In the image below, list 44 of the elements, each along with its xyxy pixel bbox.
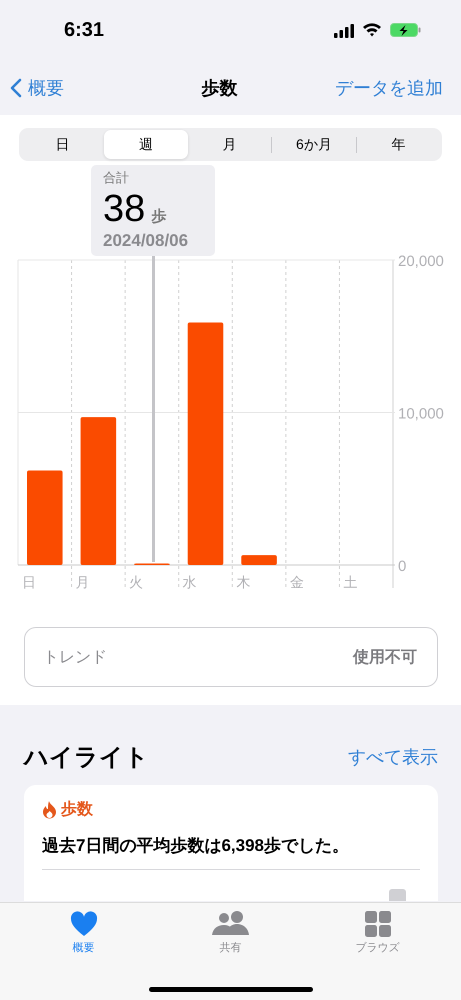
tab-label: 共有	[220, 941, 242, 955]
highlight-card[interactable]: 歩数 過去7日間の平均歩数は6,398歩でした。	[24, 785, 438, 901]
segment-tab[interactable]: 6か月	[272, 130, 356, 159]
wifi-icon	[363, 23, 381, 37]
signal-icon	[334, 22, 354, 38]
highlight-text: 過去7日間の平均歩数は6,398歩でした。	[42, 834, 420, 870]
segment-tab[interactable]: 月	[188, 130, 272, 159]
trend-label: トレンド	[43, 648, 107, 668]
tooltip-date: 2024/08/06	[103, 231, 190, 251]
segment-tab[interactable]: 日	[21, 130, 104, 159]
tab-item[interactable]: 概要	[34, 903, 134, 1000]
axis-label: 10,000	[398, 406, 444, 422]
bar	[241, 555, 277, 565]
axis-label: 土	[343, 574, 358, 590]
segment-tab[interactable]: 年	[356, 130, 440, 159]
axis-label: 0	[398, 558, 406, 575]
people-icon	[212, 911, 250, 937]
heart-icon	[70, 911, 98, 937]
axis-label: 月	[76, 574, 90, 590]
grid-icon	[364, 911, 390, 937]
axis-label: 日	[22, 574, 36, 590]
axis-label: 火	[129, 574, 144, 590]
tab-label: 概要	[72, 941, 94, 955]
axis-label: 水	[182, 574, 197, 590]
show-all-link[interactable]: すべて表示	[348, 745, 438, 769]
card-title: 歩数	[61, 800, 93, 820]
section-title: ハイライト	[24, 743, 149, 773]
add-data-link[interactable]: データを追加	[335, 76, 443, 100]
axis-label: 金	[290, 574, 304, 590]
page-title: 歩数	[202, 76, 238, 100]
back-link[interactable]: 概要	[10, 76, 64, 100]
chevron-left-icon	[10, 78, 22, 98]
status-time: 6:31	[64, 18, 104, 42]
segment-tab[interactable]: 週	[104, 130, 188, 159]
axis-label: 木	[236, 574, 250, 590]
tooltip-unit: 歩	[151, 207, 166, 226]
tooltip-label: 合計	[103, 169, 130, 187]
tooltip-value: 38	[103, 187, 146, 231]
battery-charging-icon	[390, 23, 421, 37]
tab-label: ブラウズ	[356, 940, 400, 955]
flame-icon	[42, 800, 57, 818]
axis-label: 20,000	[398, 253, 444, 270]
trend-value: 使用不可	[353, 648, 417, 668]
back-label: 概要	[28, 76, 64, 100]
